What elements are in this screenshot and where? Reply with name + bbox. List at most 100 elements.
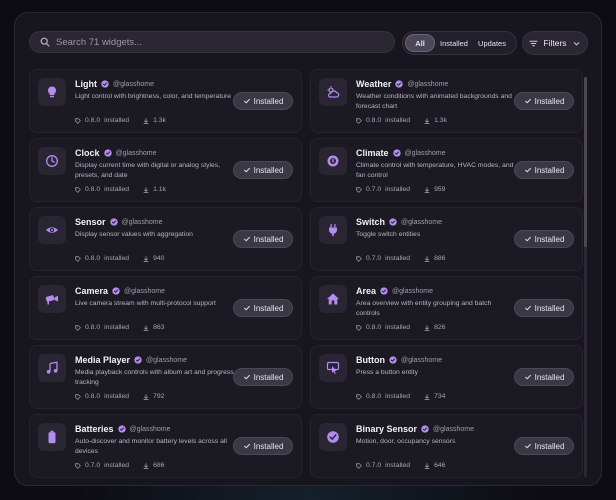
installed-button[interactable]: Installed <box>233 299 293 317</box>
installed-button[interactable]: Installed <box>233 161 293 179</box>
installed-button[interactable]: Installed <box>514 437 574 455</box>
installed-button-label: Installed <box>253 372 284 382</box>
widget-title-row: Climate @glasshome <box>356 148 445 158</box>
widget-card-camera[interactable]: Camera @glasshome Live camera stream wit… <box>29 276 302 340</box>
widget-version: 0.8.0 <box>366 393 382 400</box>
widget-title-row: Area @glasshome <box>356 286 433 296</box>
music-icon <box>46 361 58 374</box>
download-icon <box>424 393 430 400</box>
widget-installed-text: installed <box>104 324 130 331</box>
widget-installed-text: installed <box>385 324 411 331</box>
download-icon <box>143 393 149 400</box>
installed-button-label: Installed <box>534 372 565 382</box>
installed-button[interactable]: Installed <box>233 368 293 386</box>
camera-icon <box>45 295 58 305</box>
verified-badge-icon <box>389 218 397 226</box>
installed-button[interactable]: Installed <box>233 437 293 455</box>
widget-description: Light control with brightness, color, an… <box>75 93 232 100</box>
widget-version: 0.8.0 <box>366 324 382 331</box>
installed-button[interactable]: Installed <box>514 92 574 110</box>
widget-name: Light <box>75 79 97 89</box>
installed-button[interactable]: Installed <box>514 230 574 248</box>
check-icon <box>524 236 531 242</box>
widget-downloads: 826 <box>434 324 446 331</box>
widget-author: @glasshome <box>404 149 446 157</box>
check-icon <box>243 236 250 242</box>
filter-icon <box>529 40 539 46</box>
check-icon <box>524 167 531 173</box>
tab-updates[interactable]: Updates <box>473 34 511 52</box>
download-icon <box>143 462 149 469</box>
widget-icon-tile <box>319 423 347 451</box>
installed-button-label: Installed <box>534 303 565 313</box>
widget-meta: 0.8.0 installed 826 <box>356 324 445 331</box>
widget-downloads: 734 <box>434 393 446 400</box>
widget-name: Switch <box>356 217 386 227</box>
widget-name: Sensor <box>75 217 106 227</box>
widget-installed-text: installed <box>385 186 411 193</box>
widget-name: Camera <box>75 286 109 296</box>
check-icon <box>524 98 531 104</box>
tag-icon <box>75 462 81 469</box>
widget-card-batteries[interactable]: Batteries @glasshome Auto-discover and m… <box>29 414 302 478</box>
widget-card-climate[interactable]: Climate @glasshome Climate control with … <box>310 138 583 202</box>
widget-card-weather[interactable]: Weather @glasshome Weather conditions wi… <box>310 69 583 133</box>
widget-downloads: 646 <box>434 462 446 469</box>
widget-card-binary-sensor[interactable]: Binary Sensor @glasshome Motion, door, o… <box>310 414 583 478</box>
widget-card-switch[interactable]: Switch @glasshome Toggle switch entities… <box>310 207 583 271</box>
widget-title-row: Switch @glasshome <box>356 217 442 227</box>
widget-description: Display sensor values with aggregation <box>75 231 193 238</box>
scrollbar-thumb[interactable] <box>584 77 587 247</box>
tag-icon <box>356 393 362 400</box>
tag-icon <box>356 186 362 193</box>
widget-description: Area overview with entity grouping and b… <box>356 300 492 317</box>
check-icon <box>243 374 250 380</box>
filters-button[interactable]: Filters <box>522 31 588 55</box>
widget-card-area[interactable]: Area @glasshome Area overview with entit… <box>310 276 583 340</box>
download-icon <box>424 324 430 331</box>
download-icon <box>424 255 430 262</box>
installed-button-label: Installed <box>253 303 284 313</box>
widget-icon-tile <box>38 147 66 175</box>
plug-icon <box>329 224 337 236</box>
installed-button[interactable]: Installed <box>233 230 293 248</box>
check-icon <box>243 443 250 449</box>
lightbulb-icon <box>48 86 56 98</box>
installed-button[interactable]: Installed <box>514 299 574 317</box>
tab-all[interactable]: All <box>405 34 435 52</box>
widget-icon-tile <box>319 354 347 382</box>
widget-icon-tile <box>38 285 66 313</box>
widget-downloads: 886 <box>434 255 446 262</box>
verified-badge-icon <box>109 218 118 226</box>
widget-author: @glasshome <box>121 218 163 226</box>
installed-button[interactable]: Installed <box>514 161 574 179</box>
widget-card-sensor[interactable]: Sensor @glasshome Display sensor values … <box>29 207 302 271</box>
widget-card-light[interactable]: Light @glasshome Light control with brig… <box>29 69 302 133</box>
widget-author: @glasshome <box>401 356 442 364</box>
widget-icon-tile <box>38 216 66 244</box>
scrollbar[interactable] <box>584 77 587 477</box>
widget-author: @glasshome <box>146 356 187 364</box>
installed-button-label: Installed <box>534 441 565 451</box>
search-box[interactable] <box>29 31 395 53</box>
tab-installed[interactable]: Installed <box>435 34 473 52</box>
widget-author: @glasshome <box>401 218 442 226</box>
download-icon <box>143 324 149 331</box>
search-input[interactable] <box>56 36 356 48</box>
widget-description: Live camera stream with multi-protocol s… <box>75 300 216 307</box>
installed-button-label: Installed <box>253 96 284 106</box>
widget-card-button[interactable]: Button @glasshome Press a button entity … <box>310 345 583 409</box>
widget-version: 0.8.0 <box>85 393 101 400</box>
tag-icon <box>75 117 81 124</box>
installed-button[interactable]: Installed <box>233 92 293 110</box>
check-icon <box>524 374 531 380</box>
installed-button[interactable]: Installed <box>514 368 574 386</box>
verified-badge-icon <box>134 356 142 364</box>
widget-icon-tile <box>319 147 347 175</box>
widget-author: @glasshome <box>392 287 433 295</box>
widget-title-row: Button @glasshome <box>356 355 442 365</box>
widget-card-clock[interactable]: Clock @glasshome Display current time wi… <box>29 138 302 202</box>
widget-meta: 0.7.0 installed 959 <box>356 186 445 193</box>
widget-meta: 0.8.0 installed 734 <box>356 393 445 400</box>
widget-card-media-player[interactable]: Media Player @glasshome Media playback c… <box>29 345 302 409</box>
